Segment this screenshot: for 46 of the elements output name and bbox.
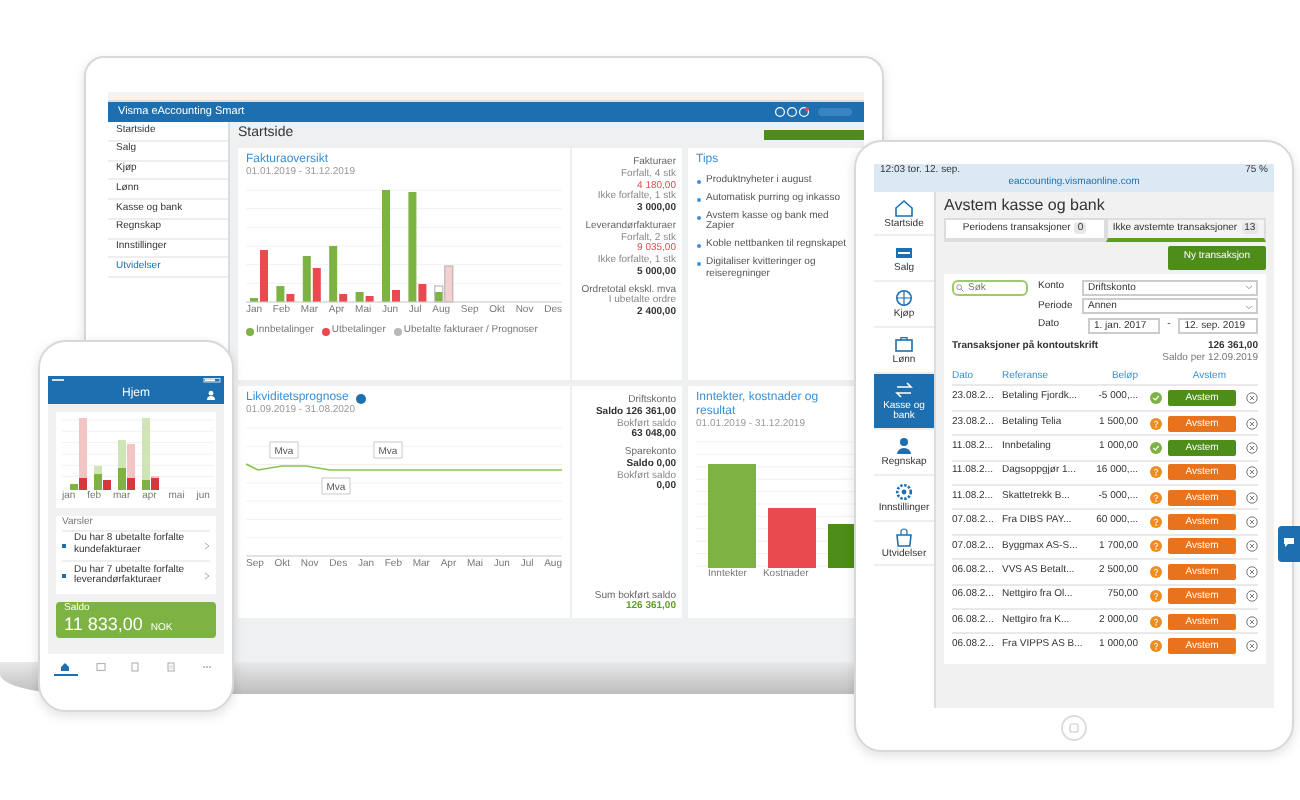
question-icon	[1150, 540, 1162, 553]
close-icon[interactable]	[1246, 540, 1258, 553]
close-icon[interactable]	[1246, 466, 1258, 479]
document-icon	[130, 662, 141, 672]
close-icon[interactable]	[1246, 441, 1258, 454]
close-icon[interactable]	[1246, 590, 1258, 603]
create-button[interactable]	[764, 129, 864, 140]
close-icon[interactable]	[1246, 615, 1258, 628]
close-icon[interactable]	[1246, 392, 1258, 405]
check-icon	[1150, 441, 1162, 454]
check-icon	[1150, 392, 1162, 405]
gear-icon	[894, 481, 914, 502]
close-icon[interactable]	[1246, 491, 1258, 504]
question-icon	[1150, 590, 1162, 603]
chat-button[interactable]	[1278, 526, 1300, 562]
question-icon	[1150, 565, 1162, 578]
chat-icon	[1282, 536, 1296, 549]
person-icon	[894, 436, 914, 456]
close-icon[interactable]	[1246, 516, 1258, 529]
tab-bar-item[interactable]	[53, 658, 78, 676]
briefcase-icon	[894, 333, 914, 354]
close-icon[interactable]	[1246, 640, 1258, 653]
house-icon	[60, 661, 71, 671]
photo-icon	[95, 662, 106, 672]
user-icon	[206, 389, 216, 399]
globe-icon	[894, 288, 914, 308]
info-icon	[356, 394, 367, 405]
close-icon[interactable]	[1246, 417, 1258, 430]
close-icon[interactable]	[1246, 565, 1258, 578]
transfer-icon	[894, 379, 914, 399]
document-icon	[166, 662, 177, 672]
bag-icon	[894, 527, 914, 547]
question-icon	[1150, 516, 1162, 529]
house-icon	[894, 197, 914, 217]
chevron-right-icon	[204, 541, 210, 550]
question-icon	[1150, 466, 1162, 479]
balance-amount: 11 833,00	[64, 614, 143, 636]
question-icon	[1150, 491, 1162, 504]
question-icon	[1150, 640, 1162, 653]
search-icon	[956, 283, 964, 292]
page-title: Avstem kasse og bank	[944, 195, 1107, 214]
question-icon	[1150, 615, 1162, 628]
chevron-right-icon	[204, 572, 210, 581]
toolbar-icons[interactable]	[774, 106, 854, 118]
card-icon	[894, 242, 914, 263]
question-icon	[1150, 417, 1162, 430]
